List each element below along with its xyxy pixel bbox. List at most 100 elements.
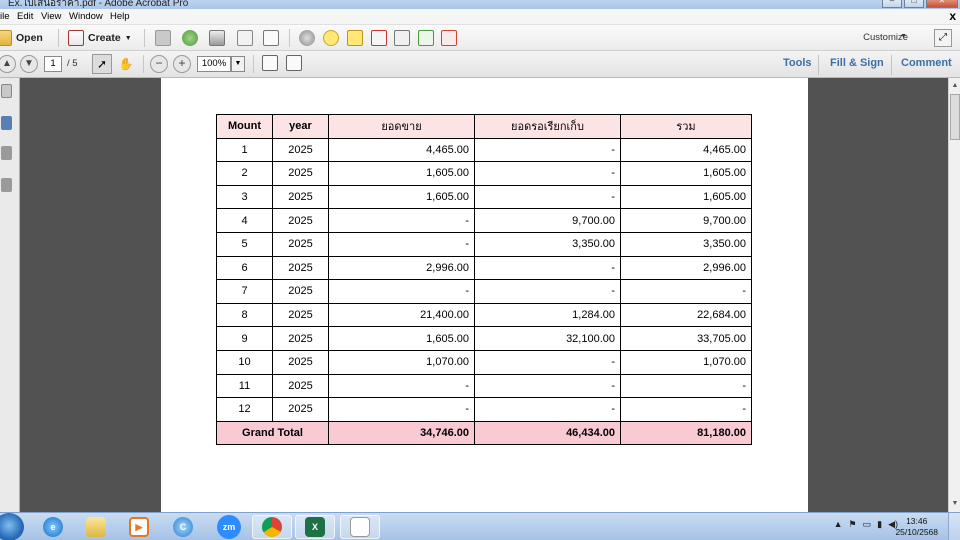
edit-document-icon[interactable]: [237, 30, 253, 46]
cell-sales: 1,605.00: [328, 184, 475, 210]
zoom-in-icon[interactable]: +: [173, 55, 191, 73]
next-page-icon[interactable]: ▼: [20, 55, 38, 73]
toolbar-divider: [891, 55, 892, 75]
tools-pane-link[interactable]: Tools: [783, 57, 812, 69]
toolbar-divider: [289, 29, 290, 47]
cell-pending: -: [474, 397, 621, 422]
cell-sales: 1,605.00: [328, 326, 475, 351]
taskbar-zoom[interactable]: zm: [209, 515, 249, 539]
email-icon[interactable]: [263, 30, 279, 46]
open-button[interactable]: Open: [0, 28, 43, 48]
hand-tool-icon[interactable]: ✋: [116, 54, 136, 74]
system-clock[interactable]: 13:46 25/10/2568: [895, 516, 938, 538]
page-total: / 5: [67, 58, 78, 69]
excel-icon: X: [305, 517, 325, 537]
cell-pending: -: [474, 184, 621, 210]
scroll-up-icon[interactable]: ▲: [950, 80, 960, 92]
cell-total: 9,700.00: [620, 208, 752, 233]
chevron-down-icon[interactable]: ▼: [231, 56, 245, 72]
menu-edit[interactable]: Edit: [17, 11, 33, 22]
toolbar-divider: [144, 29, 145, 47]
header-total: รวม: [620, 114, 752, 139]
fill-sign-pane-link[interactable]: Fill & Sign: [830, 57, 884, 69]
table-row: 12 2025- - -: [216, 397, 752, 422]
gear-icon[interactable]: [299, 30, 315, 46]
taskbar-media-player[interactable]: ▶: [119, 515, 159, 539]
scrollbar-thumb[interactable]: [950, 94, 960, 140]
cell-sales: 2,996.00: [328, 255, 475, 281]
cell-month: 6: [216, 255, 273, 281]
start-button[interactable]: [0, 513, 24, 540]
grand-total-row: Grand Total 34,746.00 46,434.00 81,180.0…: [216, 420, 752, 446]
taskbar-app-c[interactable]: C: [163, 515, 203, 539]
cell-year: 2025: [272, 137, 329, 163]
cell-month: 5: [216, 231, 273, 257]
clock-time: 13:46: [906, 516, 928, 526]
header-month: Mount: [216, 114, 273, 139]
fit-page-icon[interactable]: [262, 55, 278, 71]
cell-year: 2025: [272, 161, 329, 186]
comment-bubble-icon[interactable]: [323, 30, 339, 46]
taskbar-explorer[interactable]: [76, 515, 116, 539]
expand-icon[interactable]: ⤢: [934, 29, 952, 47]
print-icon[interactable]: [209, 30, 225, 46]
grand-total-sales: 34,746.00: [328, 420, 475, 446]
cell-pending: -: [474, 373, 621, 399]
menu-view[interactable]: View: [41, 11, 61, 22]
cell-pending: -: [474, 161, 621, 186]
signatures-icon[interactable]: [1, 146, 12, 160]
table-row: 3 2025 1,605.00-1,605.00: [216, 184, 752, 210]
monitor-icon[interactable]: ▭: [863, 519, 872, 530]
create-label: Create: [88, 32, 121, 44]
cell-sales: -: [328, 208, 475, 233]
show-hidden-icons-icon[interactable]: ▲: [834, 519, 843, 530]
minimize-button[interactable]: –: [882, 0, 902, 8]
upload-cloud-icon[interactable]: [182, 30, 198, 46]
show-desktop-button[interactable]: [948, 513, 960, 540]
attachments-icon[interactable]: [1, 178, 12, 192]
save-icon[interactable]: [155, 30, 171, 46]
flag-icon[interactable]: ⚑: [849, 519, 857, 530]
previous-page-icon[interactable]: ▲: [0, 55, 16, 73]
comment-pane-link[interactable]: Comment: [901, 57, 952, 69]
cell-month: 11: [216, 373, 273, 399]
menu-help[interactable]: Help: [110, 11, 130, 22]
zoom-out-icon[interactable]: −: [150, 55, 168, 73]
highlight-icon[interactable]: [347, 30, 363, 46]
c-logo-icon: C: [173, 517, 193, 537]
zoom-level-input[interactable]: 100%: [197, 56, 231, 72]
close-window-button[interactable]: ✕: [926, 0, 958, 8]
page-thumbnails-icon[interactable]: [1, 84, 12, 98]
cell-month: 1: [216, 137, 273, 163]
page-number-input[interactable]: 1: [44, 56, 62, 72]
select-tool-icon[interactable]: ➚: [92, 54, 112, 74]
sales-report-table: Mount year ยอดขาย ยอดรอเรียกเก็บ รวม 1 20…: [216, 114, 752, 446]
table-row: 7 2025- - -: [216, 279, 752, 304]
cell-pending: 3,350.00: [474, 231, 621, 257]
cell-month: 2: [216, 161, 273, 186]
export-icon[interactable]: [418, 30, 434, 46]
bookmarks-icon[interactable]: [1, 116, 12, 130]
taskbar-ie[interactable]: e: [33, 515, 73, 539]
taskbar-chrome[interactable]: [252, 515, 292, 539]
maximize-button[interactable]: □: [904, 0, 924, 8]
create-button[interactable]: Create ▼: [68, 28, 132, 48]
cell-total: 2,996.00: [620, 255, 752, 281]
form-icon[interactable]: [441, 30, 457, 46]
redact-icon[interactable]: [371, 30, 387, 46]
window-title-bar: Ex.ใบเสนอราคา.pdf - Adobe Acrobat Pro – …: [0, 0, 960, 9]
menu-window[interactable]: Window: [69, 11, 103, 22]
folder-icon: [0, 30, 12, 46]
header-year: year: [272, 114, 329, 139]
fit-width-icon[interactable]: [286, 55, 302, 71]
taskbar-excel[interactable]: X: [295, 515, 335, 539]
menu-file[interactable]: ile: [0, 11, 10, 22]
cell-pending: -: [474, 349, 621, 375]
network-icon[interactable]: ▮: [877, 519, 882, 530]
taskbar-acrobat[interactable]: [340, 515, 380, 539]
compare-icon[interactable]: [394, 30, 410, 46]
scroll-down-icon[interactable]: ▼: [950, 498, 960, 510]
vertical-scrollbar[interactable]: ▲ ▼: [948, 78, 960, 512]
close-document-button[interactable]: x: [949, 9, 956, 23]
cell-year: 2025: [272, 208, 329, 233]
